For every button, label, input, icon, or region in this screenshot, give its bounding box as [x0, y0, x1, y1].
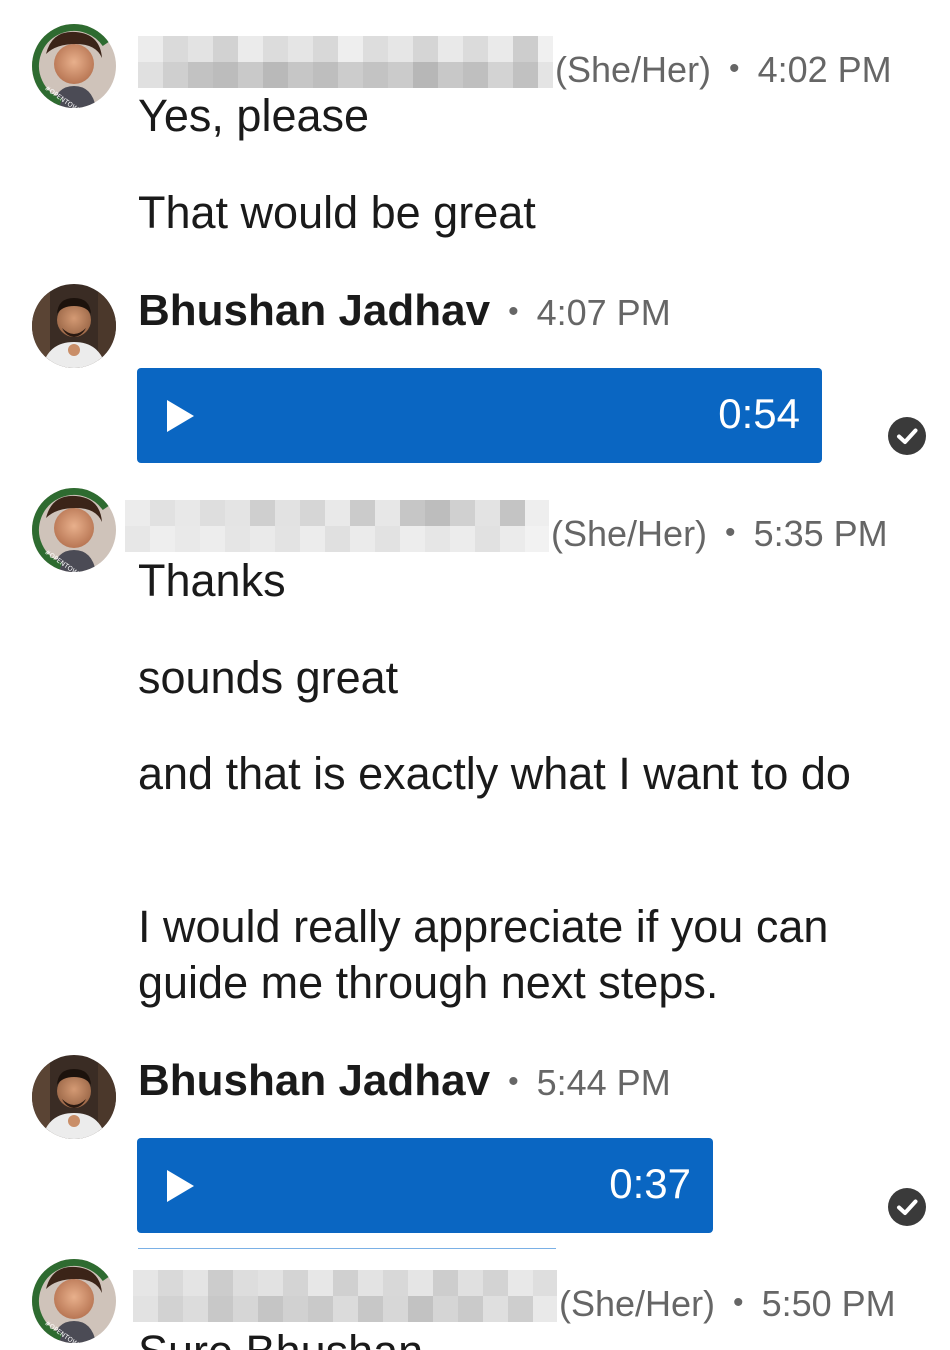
checkmark-circle-icon — [888, 417, 926, 455]
message-text: I would really appreciate if you can gui… — [138, 901, 829, 1008]
voice-duration: 0:37 — [609, 1160, 691, 1207]
separator-dot: • — [733, 1286, 744, 1319]
message-header: Bhushan Jadhav • 4:07 PM — [138, 286, 671, 336]
message-text: Yes, please — [138, 90, 370, 141]
message-header: (She/Her) • 5:50 PM — [133, 1264, 896, 1325]
blurred-sender-name[interactable] — [133, 1270, 557, 1322]
message-timestamp: 5:35 PM — [753, 513, 888, 554]
checkmark-circle-icon — [888, 1188, 926, 1226]
divider — [138, 1248, 556, 1249]
message-timestamp: 4:02 PM — [757, 49, 892, 90]
play-icon[interactable] — [167, 1170, 194, 1202]
message-timestamp: 5:44 PM — [536, 1062, 671, 1103]
avatar-open-to-work[interactable]: #OPENTOWORK — [32, 24, 116, 108]
message-text: sounds great — [138, 652, 399, 703]
sender-pronoun: (She/Her) — [555, 49, 712, 90]
message-text: Thanks — [138, 555, 286, 606]
message-timestamp: 4:07 PM — [536, 292, 671, 333]
message-timestamp: 5:50 PM — [761, 1283, 896, 1324]
message-text: That would be great — [138, 187, 536, 238]
separator-dot: • — [508, 295, 519, 328]
avatar-open-to-work[interactable]: #OPENTOWORK — [32, 1259, 116, 1343]
message-text: Sure Bhushan — [138, 1324, 423, 1350]
blurred-sender-name[interactable] — [138, 36, 553, 88]
separator-dot: • — [725, 516, 736, 549]
avatar[interactable] — [32, 284, 116, 368]
avatar-open-to-work[interactable]: #OPENTOWORK — [32, 488, 116, 572]
sender-name[interactable]: Bhushan Jadhav — [138, 1056, 490, 1106]
avatar[interactable] — [32, 1055, 116, 1139]
message-text-content: Sure Bhushan — [138, 1326, 423, 1350]
voice-message-player[interactable]: 0:54 — [137, 368, 822, 463]
voice-message-player[interactable]: 0:37 — [137, 1138, 713, 1233]
play-icon[interactable] — [167, 400, 194, 432]
message-header: (She/Her) • 4:02 PM — [138, 30, 892, 91]
message-header: (She/Her) • 5:35 PM — [125, 494, 888, 555]
voice-duration: 0:54 — [718, 390, 800, 437]
message-header: Bhushan Jadhav • 5:44 PM — [138, 1056, 671, 1106]
separator-dot: • — [508, 1065, 519, 1098]
message-text: and that is exactly what I want to do — [138, 748, 851, 799]
separator-dot: • — [729, 52, 740, 85]
sender-pronoun: (She/Her) — [551, 513, 708, 554]
sender-name[interactable]: Bhushan Jadhav — [138, 286, 490, 336]
blurred-sender-name[interactable] — [125, 500, 549, 552]
sender-pronoun: (She/Her) — [559, 1283, 716, 1324]
